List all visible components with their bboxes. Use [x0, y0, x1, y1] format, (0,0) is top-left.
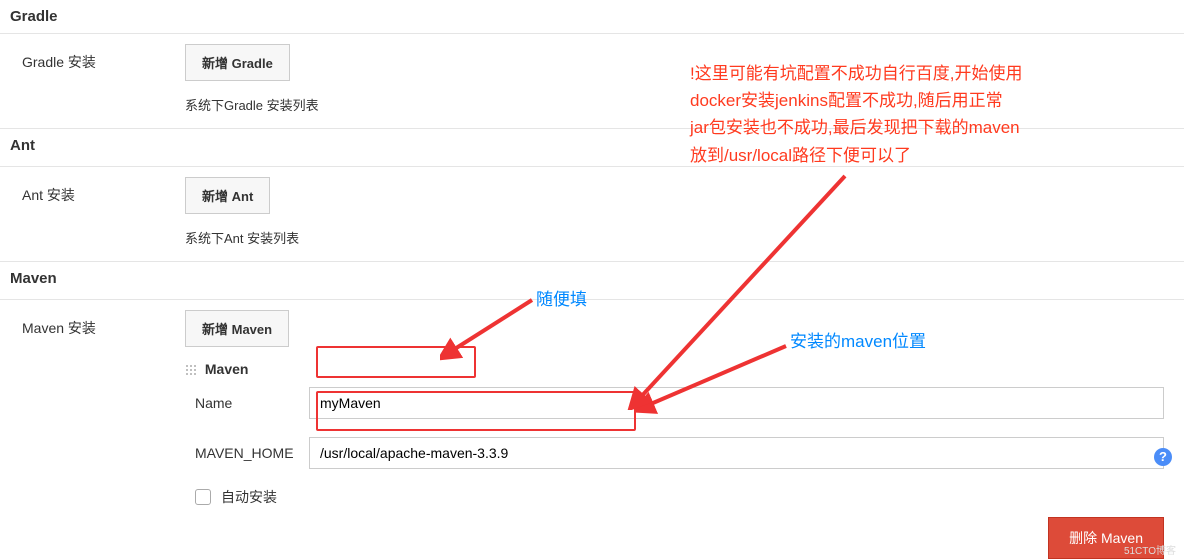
auto-install-label: 自动安装: [221, 487, 277, 507]
maven-name-input[interactable]: [309, 387, 1164, 419]
maven-home-label: MAVEN_HOME: [185, 445, 309, 461]
gradle-helper-text: 系统下Gradle 安装列表: [185, 95, 1164, 114]
watermark: 51CTO博客: [1124, 542, 1176, 557]
ant-install-label: Ant 安装: [0, 177, 185, 247]
maven-name-label: Name: [185, 395, 309, 411]
gradle-section-header: Gradle: [0, 0, 1184, 34]
maven-section-header: Maven: [0, 262, 1184, 295]
gradle-content: 新增 Gradle 系统下Gradle 安装列表: [185, 44, 1184, 114]
maven-home-row: MAVEN_HOME: [185, 437, 1164, 469]
auto-install-row: 自动安装: [185, 487, 1164, 507]
maven-title: Maven: [10, 270, 57, 287]
ant-section-header: Ant: [0, 129, 1184, 162]
gradle-section-body: Gradle 安装 新增 Gradle 系统下Gradle 安装列表: [0, 34, 1184, 124]
ant-helper-text: 系统下Ant 安装列表: [185, 228, 1164, 247]
add-ant-button[interactable]: 新增 Ant: [185, 177, 270, 214]
maven-install-label: Maven 安装: [0, 310, 185, 507]
help-icon[interactable]: ?: [1154, 448, 1172, 466]
ant-section-body: Ant 安装 新增 Ant 系统下Ant 安装列表: [0, 167, 1184, 257]
maven-content: 新增 Maven Maven Name MAVEN_HOME 自动安装: [185, 310, 1184, 507]
gradle-install-label: Gradle 安装: [0, 44, 185, 114]
add-maven-button[interactable]: 新增 Maven: [185, 310, 289, 347]
maven-home-input[interactable]: [309, 437, 1164, 469]
add-gradle-button[interactable]: 新增 Gradle: [185, 44, 290, 81]
maven-section-body: Maven 安装 新增 Maven Maven Name MAVEN_HOME …: [0, 300, 1184, 507]
maven-installer-title: Maven: [205, 361, 249, 377]
maven-installer-header: Maven: [185, 361, 1164, 377]
auto-install-checkbox[interactable]: [195, 489, 211, 505]
ant-content: 新增 Ant 系统下Ant 安装列表: [185, 177, 1184, 247]
maven-name-row: Name: [185, 387, 1164, 419]
drag-handle-icon[interactable]: [185, 364, 197, 376]
ant-title: Ant: [10, 137, 35, 154]
